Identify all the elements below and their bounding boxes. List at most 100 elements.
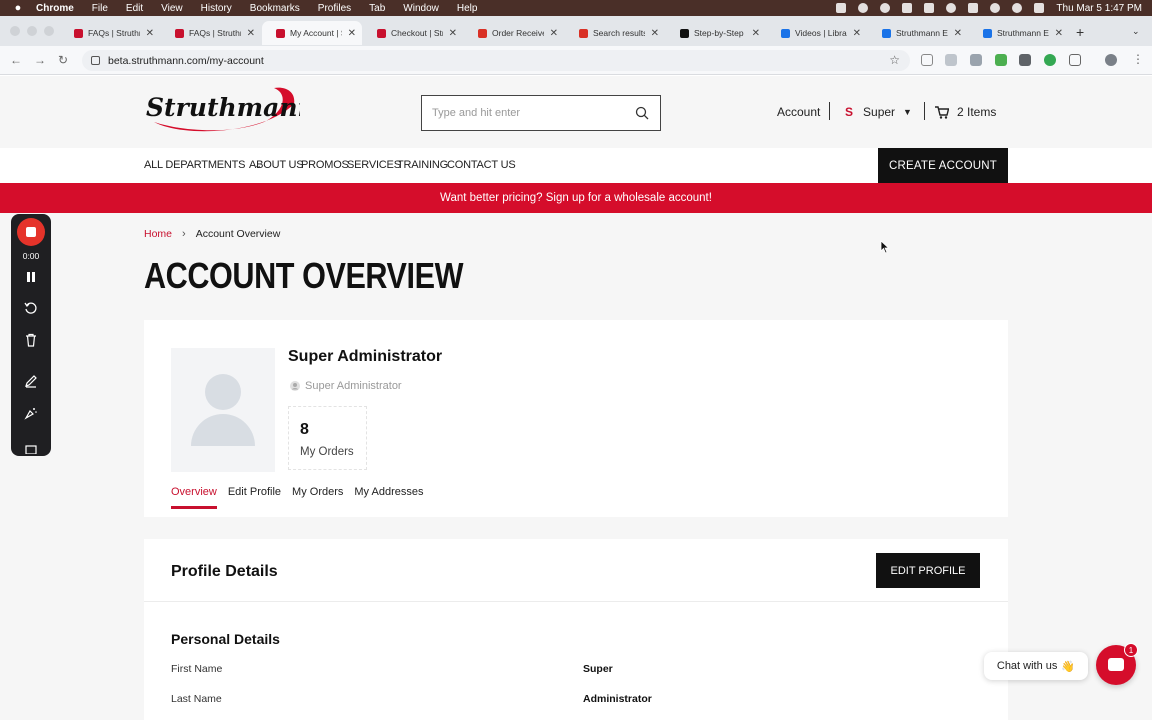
close-tab-icon[interactable]: ✕ bbox=[1055, 28, 1063, 39]
close-tab-icon[interactable]: ✕ bbox=[752, 28, 760, 39]
profile-avatar-icon[interactable] bbox=[1105, 54, 1117, 66]
browser-tab[interactable]: Videos | Library✕ bbox=[767, 21, 867, 45]
close-tab-icon[interactable]: ✕ bbox=[954, 28, 962, 39]
camera-toggle-icon[interactable] bbox=[24, 444, 38, 454]
chrome-menu-icon[interactable]: ⋮ bbox=[1132, 52, 1144, 66]
tab-my-orders[interactable]: My Orders bbox=[292, 486, 343, 509]
chat-unread-badge: 1 bbox=[1124, 643, 1138, 657]
trash-icon[interactable] bbox=[24, 333, 38, 347]
address-bar[interactable]: beta.struthmann.com/my-account ☆ bbox=[82, 50, 910, 71]
close-tab-icon[interactable]: ✕ bbox=[853, 28, 861, 39]
tab-edit-profile[interactable]: Edit Profile bbox=[228, 486, 281, 509]
chat-prompt[interactable]: Chat with us 👋 bbox=[984, 652, 1088, 680]
extension-icon[interactable] bbox=[945, 54, 957, 66]
menu-bookmarks[interactable]: Bookmarks bbox=[250, 3, 300, 14]
datetime[interactable]: Thu Mar 5 1:47 PM bbox=[1056, 3, 1142, 14]
browser-tab[interactable]: Order Received✕ bbox=[464, 21, 564, 45]
site-info-icon[interactable] bbox=[91, 56, 100, 65]
browser-tab[interactable]: Checkout | Struthmann✕ bbox=[363, 21, 463, 45]
extensions-puzzle-icon[interactable] bbox=[1069, 54, 1081, 66]
control-center-icon[interactable] bbox=[1034, 3, 1045, 13]
close-window-button[interactable] bbox=[10, 26, 20, 36]
close-tab-icon[interactable]: ✕ bbox=[449, 28, 457, 39]
nav-contact-us[interactable]: CONTACT US bbox=[447, 159, 516, 171]
cart-link[interactable]: 2 Items bbox=[935, 105, 996, 119]
search-icon[interactable] bbox=[1012, 3, 1023, 13]
extension-icon[interactable] bbox=[1019, 54, 1031, 66]
apple-icon[interactable]: ● bbox=[12, 2, 24, 14]
menu-window[interactable]: Window bbox=[403, 3, 439, 14]
menu-profiles[interactable]: Profiles bbox=[318, 3, 351, 14]
browser-tab[interactable]: Struthmann E ✕ bbox=[969, 21, 1069, 45]
user-menu[interactable]: S Super ▼ bbox=[845, 105, 912, 119]
screen-recorder-widget: 0:00 bbox=[11, 214, 51, 456]
forward-icon[interactable]: → bbox=[34, 53, 46, 67]
extension-icon[interactable] bbox=[970, 54, 982, 66]
nav-training[interactable]: TRAINING bbox=[397, 159, 448, 171]
promo-text[interactable]: Want better pricing? Sign up for a whole… bbox=[440, 192, 712, 204]
browser-tabstrip: FAQs | Struthmann✕ FAQs | Struthmann✕ My… bbox=[0, 16, 1152, 46]
menu-help[interactable]: Help bbox=[457, 3, 478, 14]
stop-recording-button[interactable] bbox=[17, 218, 45, 246]
minimize-window-button[interactable] bbox=[27, 26, 37, 36]
search-input[interactable]: Type and hit enter bbox=[421, 95, 661, 131]
browser-tab[interactable]: Struthmann E ✕ bbox=[868, 21, 968, 45]
audio-icon[interactable] bbox=[902, 3, 913, 13]
breadcrumb-home[interactable]: Home bbox=[144, 228, 172, 240]
create-account-button[interactable]: CREATE ACCOUNT bbox=[878, 148, 1008, 183]
battery-icon[interactable] bbox=[968, 3, 979, 13]
promo-banner[interactable]: Want better pricing? Sign up for a whole… bbox=[0, 183, 1152, 213]
back-icon[interactable]: ← bbox=[10, 53, 22, 67]
new-tab-icon[interactable]: + bbox=[1076, 24, 1084, 40]
window-controls bbox=[10, 26, 54, 36]
restart-icon[interactable] bbox=[24, 301, 38, 315]
struthmann-logo[interactable]: Struthmann bbox=[144, 82, 316, 138]
bookmark-star-icon[interactable]: ☆ bbox=[889, 53, 900, 67]
menu-view[interactable]: View bbox=[161, 3, 183, 14]
browser-tab[interactable]: Search results ✕ bbox=[565, 21, 665, 45]
nav-about-us[interactable]: ABOUT US bbox=[249, 159, 304, 171]
browser-tab[interactable]: FAQs | Struthmann✕ bbox=[161, 21, 261, 45]
menu-history[interactable]: History bbox=[201, 3, 232, 14]
close-tab-icon[interactable]: ✕ bbox=[651, 28, 659, 39]
close-tab-icon[interactable]: ✕ bbox=[348, 28, 356, 39]
pause-icon[interactable] bbox=[24, 270, 38, 284]
user-label: Super bbox=[863, 105, 896, 119]
orders-stat[interactable]: 8 My Orders bbox=[288, 406, 367, 470]
headphones-icon[interactable] bbox=[946, 3, 957, 13]
effects-icon[interactable] bbox=[24, 406, 38, 420]
nav-promos[interactable]: PROMOS bbox=[301, 159, 349, 171]
nav-services[interactable]: SERVICES bbox=[347, 159, 401, 171]
zoom-window-button[interactable] bbox=[44, 26, 54, 36]
menu-app-name[interactable]: Chrome bbox=[36, 3, 74, 14]
account-link[interactable]: Account bbox=[777, 105, 820, 119]
close-tab-icon[interactable]: ✕ bbox=[146, 28, 154, 39]
medium-icon bbox=[680, 28, 689, 38]
first-name-value: Super bbox=[583, 663, 613, 675]
tab-search-icon[interactable]: ⌄ bbox=[1132, 26, 1140, 37]
status-icon[interactable] bbox=[880, 3, 891, 13]
close-tab-icon[interactable]: ✕ bbox=[550, 28, 558, 39]
tab-my-addresses[interactable]: My Addresses bbox=[354, 486, 423, 509]
menu-edit[interactable]: Edit bbox=[126, 3, 143, 14]
reload-icon[interactable]: ↻ bbox=[58, 53, 68, 67]
camera-icon[interactable] bbox=[924, 3, 935, 13]
nav-all-departments[interactable]: ALL DEPARTMENTS ⌄ bbox=[144, 159, 262, 171]
extension-icon[interactable] bbox=[1044, 54, 1056, 66]
extension-icon[interactable] bbox=[921, 54, 933, 66]
browser-tab[interactable]: Step-by-Step ✕ bbox=[666, 21, 766, 45]
notion-icon[interactable] bbox=[836, 3, 847, 13]
tab-overview[interactable]: Overview bbox=[171, 486, 217, 509]
close-tab-icon[interactable]: ✕ bbox=[247, 28, 255, 39]
wifi-icon[interactable] bbox=[990, 3, 1001, 13]
search-icon[interactable] bbox=[635, 106, 649, 120]
menu-tab[interactable]: Tab bbox=[369, 3, 385, 14]
browser-tab-active[interactable]: My Account | Struthmann✕ bbox=[262, 21, 362, 45]
extension-icon[interactable] bbox=[995, 54, 1007, 66]
menu-file[interactable]: File bbox=[92, 3, 108, 14]
divider bbox=[829, 102, 830, 120]
cloud-icon[interactable] bbox=[858, 3, 869, 13]
browser-tab[interactable]: FAQs | Struthmann✕ bbox=[60, 21, 160, 45]
pen-icon[interactable] bbox=[24, 374, 38, 388]
edit-profile-button[interactable]: EDIT PROFILE bbox=[876, 553, 980, 588]
